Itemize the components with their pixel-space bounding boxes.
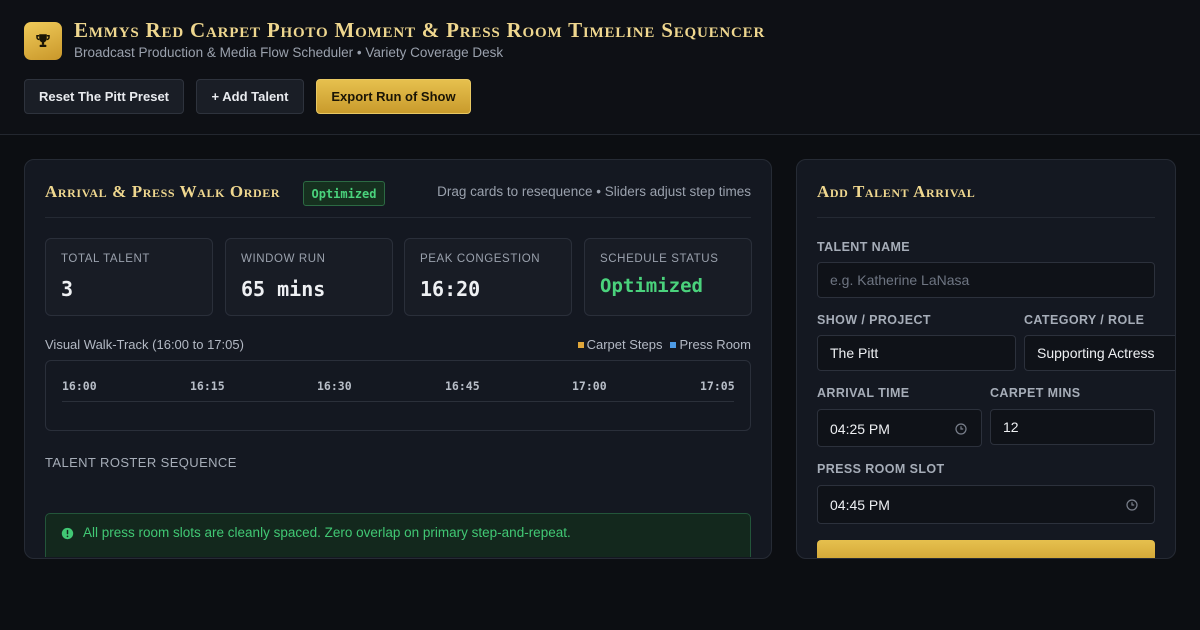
panel-divider [45,217,751,218]
legend-carpet-steps: Carpet Steps [577,337,663,352]
talent-name-label: TALENT NAME [817,240,911,254]
walk-track-label: Visual Walk-Track (16:00 to 17:05) [45,337,244,352]
show-project-label: SHOW / PROJECT [817,313,931,327]
roster-sequence-label: TALENT ROSTER SEQUENCE [45,455,237,470]
stat-schedule-status: SCHEDULE STATUS Optimized [584,238,752,316]
export-run-of-show-button[interactable]: Export Run of Show [316,79,471,114]
stat-peak-congestion: PEAK CONGESTION 16:20 [404,238,572,316]
stat-window-run: WINDOW RUN 65 mins [225,238,393,316]
add-talent-panel: Add Talent Arrival TALENT NAME SHOW / PR… [796,159,1176,559]
app-title: Emmys Red Carpet Photo Moment & Press Ro… [74,18,766,42]
track-tick: 16:00 [62,379,97,393]
form-title: Add Talent Arrival [817,182,976,201]
arrival-press-panel: Arrival & Press Walk Order Optimized Dra… [24,159,772,559]
stat-value: 16:20 [420,277,481,301]
walk-track[interactable]: 16:00 16:15 16:30 16:45 17:00 17:05 [45,360,751,431]
press-room-slot-value: 04:45 PM [830,497,890,513]
track-tick: 16:15 [190,379,225,393]
clock-icon[interactable] [955,423,967,435]
trophy-icon [24,22,62,60]
add-talent-button[interactable]: + Add Talent [196,79,304,114]
form-divider [817,217,1155,218]
track-tick: 16:30 [317,379,352,393]
reset-preset-button[interactable]: Reset The Pitt Preset [24,79,184,114]
drag-hint: Drag cards to resequence • Sliders adjus… [437,184,751,199]
stat-label: PEAK CONGESTION [420,253,541,265]
status-badge: Optimized [303,181,385,206]
legend-label: Carpet Steps [586,337,663,352]
stat-value: Optimized [600,275,703,297]
arrival-time-input[interactable]: 04:25 PM [817,409,982,447]
carpet-mins-label: CARPET MINS [990,386,1081,400]
walk-track-legend: Carpet Steps Press Room [577,337,751,352]
stat-label: SCHEDULE STATUS [600,253,719,265]
legend-label: Press Room [679,337,751,352]
legend-press-room: Press Room [670,337,751,352]
stat-value: 65 mins [241,277,326,301]
arrival-time-value: 04:25 PM [830,421,890,437]
category-role-label: CATEGORY / ROLE [1024,313,1145,327]
legend-swatch [577,341,584,348]
track-tick: 17:00 [572,379,607,393]
category-role-input[interactable] [1024,335,1175,371]
talent-name-input[interactable] [817,262,1155,298]
panel-title: Arrival & Press Walk Order [45,182,281,201]
stat-total-talent: TOTAL TALENT 3 [45,238,213,316]
arrival-time-label: ARRIVAL TIME [817,386,910,400]
show-project-input[interactable] [817,335,1016,371]
stat-label: TOTAL TALENT [61,253,150,265]
clock-icon[interactable] [1126,499,1138,511]
app-subtitle: Broadcast Production & Media Flow Schedu… [74,45,504,60]
add-talent-submit-button[interactable] [817,540,1155,558]
legend-swatch [670,341,677,348]
app-header: Emmys Red Carpet Photo Moment & Press Ro… [0,0,1200,135]
track-axis-line [62,401,734,402]
track-tick: 17:05 [700,379,735,393]
carpet-mins-input[interactable] [990,409,1155,445]
stat-value: 3 [61,277,74,301]
stat-label: WINDOW RUN [241,253,326,265]
success-alert: All press room slots are cleanly spaced.… [45,513,751,557]
press-room-slot-label: PRESS ROOM SLOT [817,462,945,476]
press-room-slot-input[interactable]: 04:45 PM [817,485,1155,524]
alert-text: All press room slots are cleanly spaced.… [83,525,571,540]
alert-circle-icon [61,527,74,540]
track-tick: 16:45 [445,379,480,393]
